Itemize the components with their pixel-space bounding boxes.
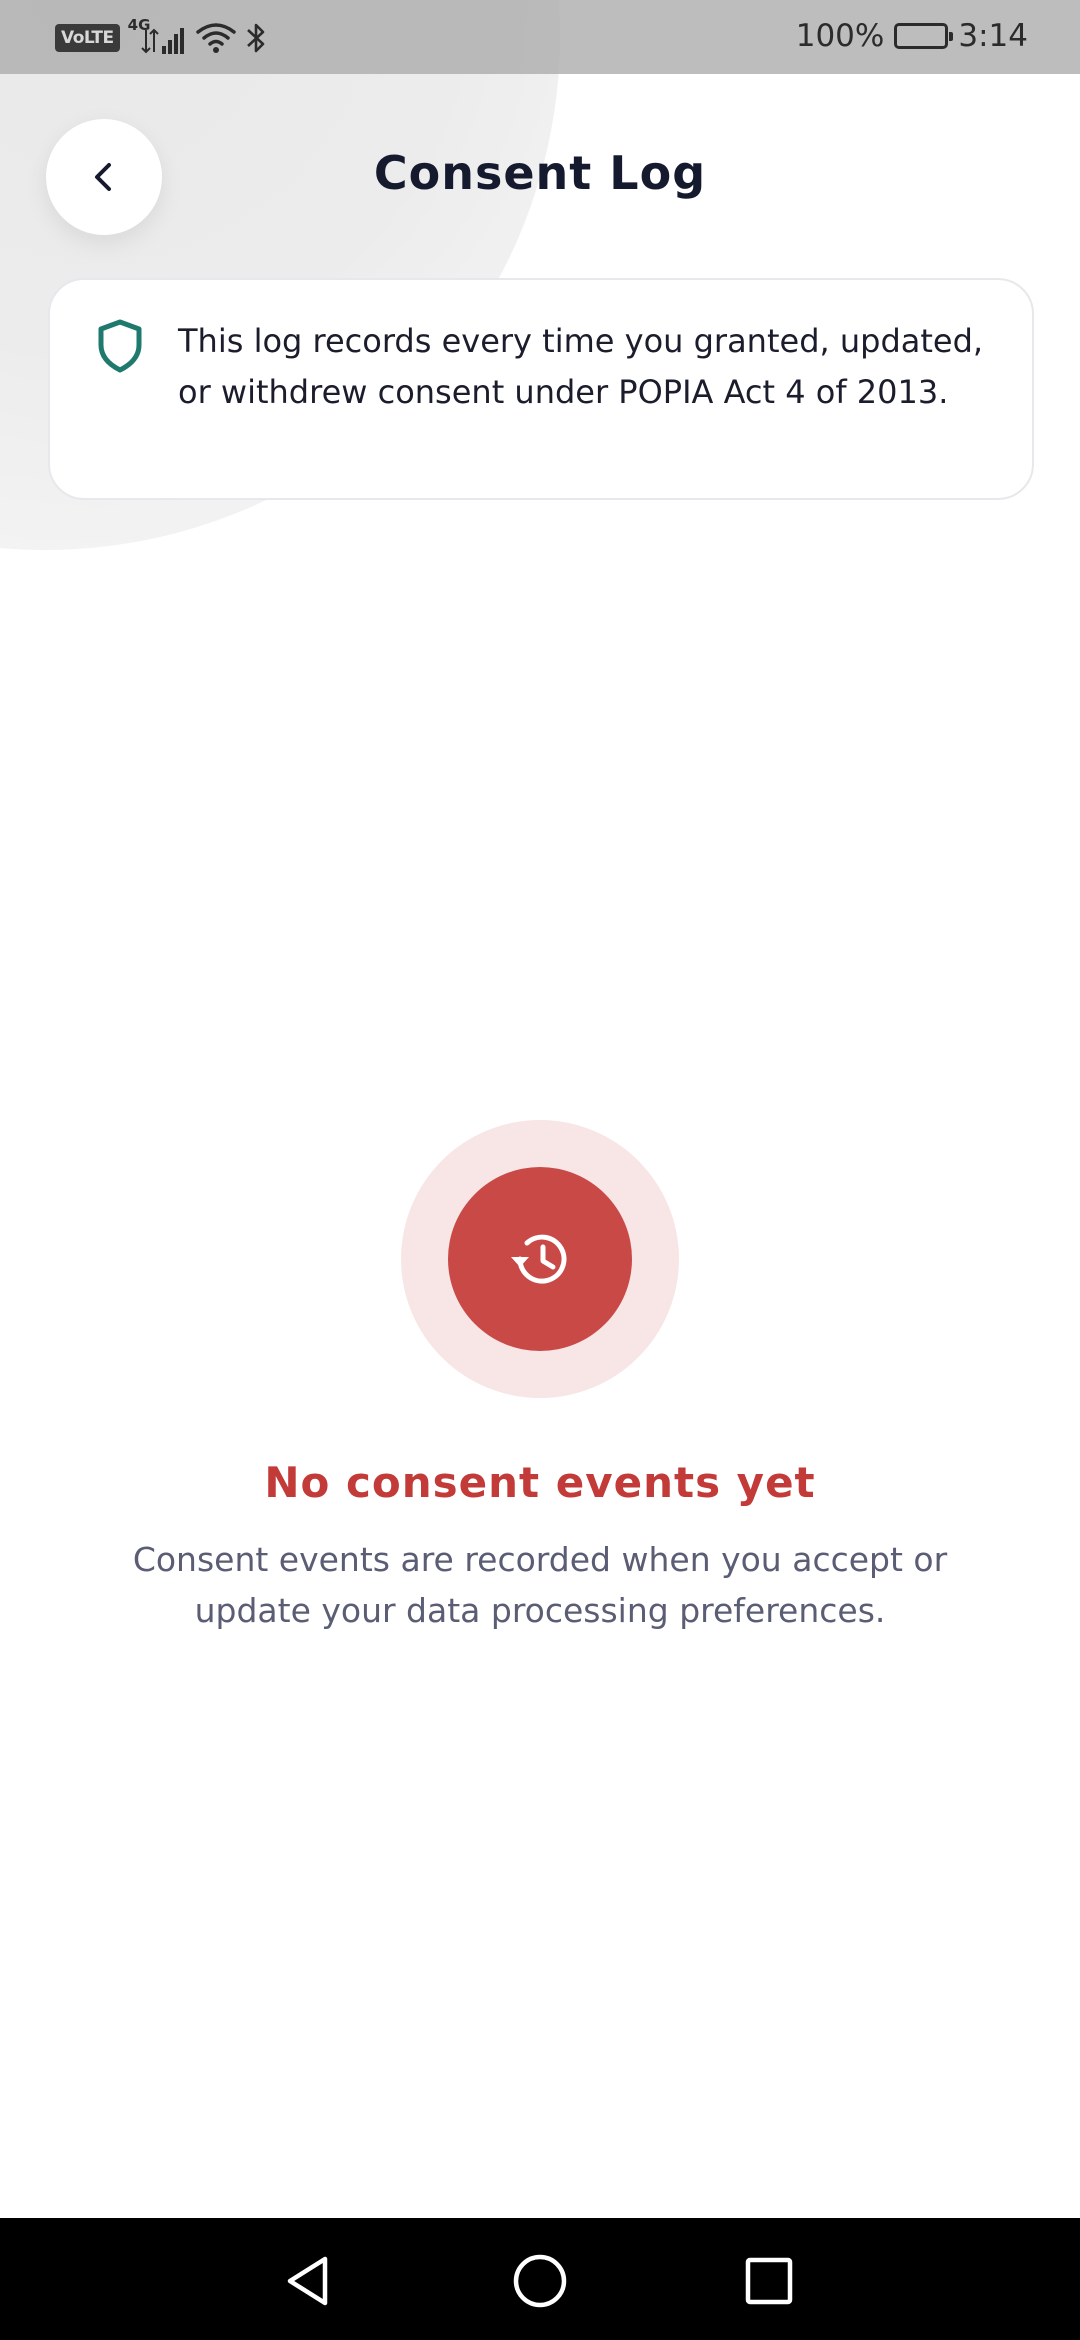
page-title: Consent Log: [373, 146, 707, 200]
empty-state-title: No consent events yet: [264, 1458, 816, 1507]
nav-back-button[interactable]: [273, 2246, 343, 2316]
square-recent-icon: [745, 2257, 793, 2305]
consent-log-screen: VoLTE 4G 100% 3:14 Consent Log This log …: [0, 0, 1080, 2340]
system-nav-bar: [0, 2218, 1080, 2340]
cellular-signal-icon: 4G: [128, 16, 188, 58]
wifi-icon: [195, 23, 236, 53]
nav-recent-button[interactable]: [734, 2246, 804, 2316]
shield-icon: [98, 319, 142, 373]
battery-icon: [894, 23, 954, 49]
history-icon: [511, 1234, 567, 1284]
triangle-back-icon: [287, 2256, 328, 2306]
info-card-text: This log records every time you granted,…: [178, 322, 984, 411]
status-bar: VoLTE 4G 100% 3:14: [0, 0, 1080, 74]
status-bar-left: VoLTE 4G: [55, 16, 268, 58]
bluetooth-icon: [246, 23, 264, 53]
status-bar-right: 100% 3:14: [796, 14, 1028, 58]
empty-state-description: Consent events are recorded when you acc…: [132, 1540, 948, 1630]
nav-home-button[interactable]: [505, 2246, 575, 2316]
clock: 3:14: [958, 18, 1028, 54]
empty-state-badge: [448, 1167, 632, 1351]
battery-percent: 100%: [795, 18, 885, 54]
volte-indicator: VoLTE: [55, 24, 120, 52]
info-card: This log records every time you granted,…: [48, 278, 1034, 500]
circle-home-icon: [513, 2254, 567, 2308]
